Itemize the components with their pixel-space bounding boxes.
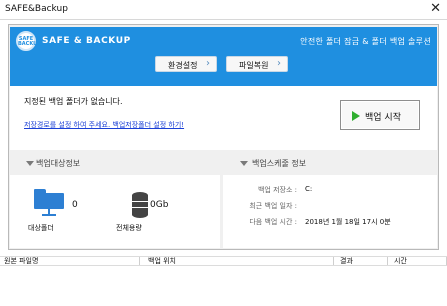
settings-button[interactable]: 환경설정 › xyxy=(155,56,217,72)
schedule-header[interactable]: 백업스케줄 정보 xyxy=(223,154,437,174)
start-backup-label: 백업 시작 xyxy=(365,113,401,123)
no-backup-folder-message: 지정된 백업 폴더가 없습니다. xyxy=(24,97,123,106)
next-backup-value: 2018년 1월 18일 17시 0분 xyxy=(305,218,391,226)
target-folder-label: 대상폴더 xyxy=(28,224,54,232)
chevron-right-icon: › xyxy=(277,58,281,69)
chevron-right-icon: › xyxy=(206,58,210,69)
collapse-triangle-icon xyxy=(240,161,248,166)
storage-key: 백업 저장소 : xyxy=(257,186,297,194)
storage-value: C: xyxy=(305,185,313,193)
header-banner: SAFE BACKUP SAFE & BACKUP 안전한 폴더 잠금 & 폴더… xyxy=(10,27,437,86)
total-size-label: 전체용량 xyxy=(116,224,142,232)
brand-name: SAFE & BACKUP xyxy=(42,36,131,46)
database-icon xyxy=(132,192,148,218)
col-result[interactable]: 결과 xyxy=(336,257,388,265)
collapse-triangle-icon xyxy=(26,161,34,166)
backup-target-panel: 0 대상폴더 0Gb 전체용량 xyxy=(10,175,220,248)
log-table-body xyxy=(0,267,447,306)
play-icon xyxy=(352,111,360,121)
folder-icon xyxy=(34,189,64,209)
message-panel: 지정된 백업 폴더가 없습니다. 저장경로를 설정 하여 주세요. 백업저장폴더… xyxy=(10,86,437,150)
col-original-file[interactable]: 원본 파일명 xyxy=(0,257,140,265)
settings-button-label: 환경설정 xyxy=(168,61,198,70)
title-bar: SAFE&Backup ✕ xyxy=(0,0,447,20)
schedule-panel: 백업 저장소 : C: 최근 백업 일자 : 다음 백업 시간 : 2018년 … xyxy=(223,175,437,248)
set-backup-path-link[interactable]: 저장경로를 설정 하여 주세요. 백업저장폴더 설정 하기! xyxy=(24,120,184,130)
file-restore-button-label: 파일복원 xyxy=(239,61,269,70)
close-icon[interactable]: ✕ xyxy=(430,1,441,17)
logo-icon: SAFE BACKUP xyxy=(16,31,41,51)
slogan: 안전한 폴더 잠금 & 폴더 백업 솔루션 xyxy=(300,37,431,46)
start-backup-button[interactable]: 백업 시작 xyxy=(340,100,420,130)
col-time[interactable]: 시간 xyxy=(390,257,447,265)
folder-base xyxy=(42,214,56,216)
backup-target-title: 백업대상정보 xyxy=(36,159,81,168)
log-table-header: 원본 파일명 백업 위치 결과 시간 xyxy=(0,256,447,266)
last-backup-key: 최근 백업 일자 : xyxy=(249,202,297,210)
total-size-value: 0Gb xyxy=(150,200,169,210)
next-backup-key: 다음 백업 시간 : xyxy=(249,218,297,226)
col-backup-location[interactable]: 백업 위치 xyxy=(144,257,334,265)
file-restore-button[interactable]: 파일복원 › xyxy=(226,56,288,72)
window-title: SAFE&Backup xyxy=(5,4,68,14)
logo-text-bottom: BACKUP xyxy=(18,41,41,47)
target-folder-count: 0 xyxy=(72,200,78,210)
backup-target-header[interactable]: 백업대상정보 xyxy=(10,154,220,174)
schedule-title: 백업스케줄 정보 xyxy=(252,159,307,168)
